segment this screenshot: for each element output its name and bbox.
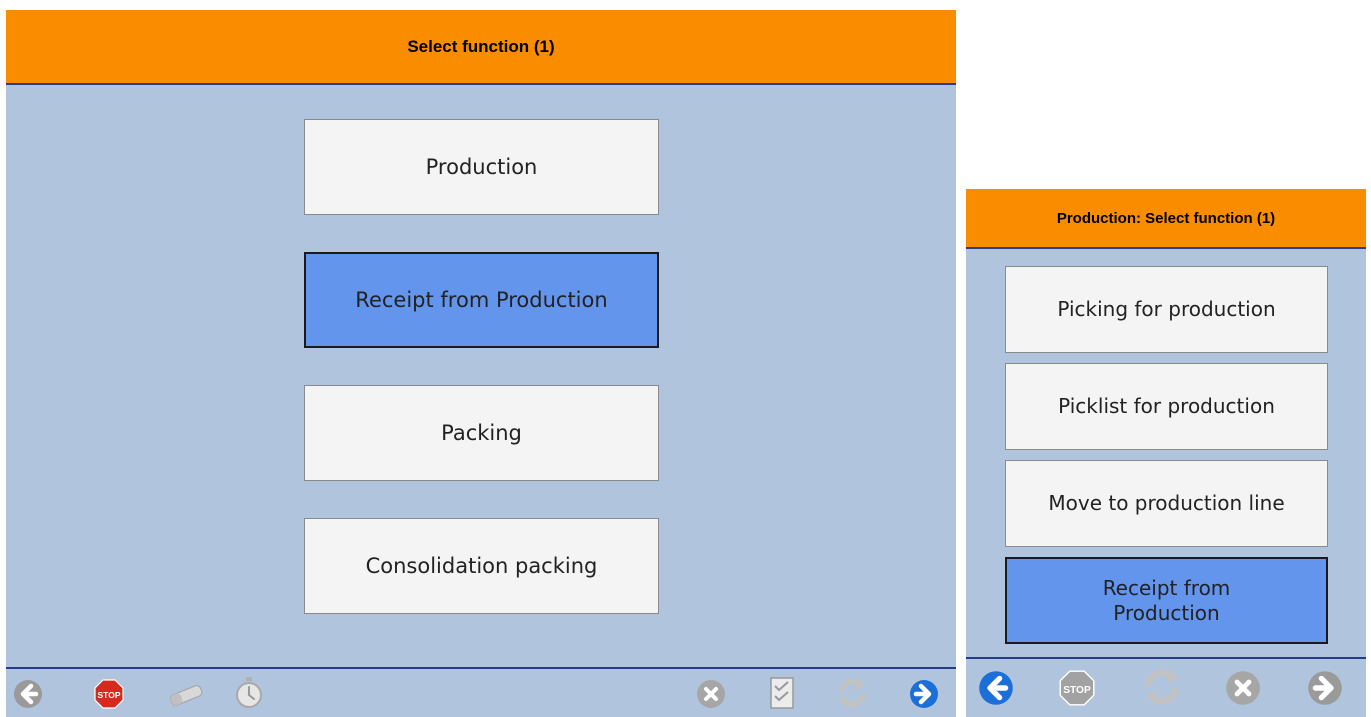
consolidation-packing-button[interactable]: Consolidation packing bbox=[304, 518, 659, 614]
stopwatch-icon[interactable] bbox=[232, 675, 266, 711]
production-button[interactable]: Production bbox=[304, 119, 659, 215]
cancel-icon[interactable] bbox=[1224, 669, 1262, 707]
page-title: Select function (1) bbox=[6, 10, 956, 85]
eraser-icon[interactable] bbox=[166, 681, 206, 709]
stop-icon[interactable]: STOP bbox=[1058, 669, 1096, 707]
move-to-production-line-button[interactable]: Move to production line bbox=[1005, 460, 1328, 547]
forward-icon[interactable] bbox=[908, 678, 940, 710]
refresh-icon[interactable] bbox=[834, 675, 870, 711]
refresh-icon[interactable] bbox=[1140, 665, 1184, 709]
packing-button[interactable]: Packing bbox=[304, 385, 659, 481]
receipt-from-production-button[interactable]: Receipt from Production bbox=[1005, 557, 1328, 644]
page-title: Production: Select function (1) bbox=[966, 189, 1366, 249]
main-function-screen: Select function (1) Production Receipt f… bbox=[6, 10, 956, 717]
back-icon[interactable] bbox=[12, 678, 44, 710]
forward-icon[interactable] bbox=[1306, 669, 1344, 707]
picking-for-production-button[interactable]: Picking for production bbox=[1005, 266, 1328, 353]
svg-text:STOP: STOP bbox=[98, 690, 121, 700]
bottom-toolbar: STOP bbox=[966, 657, 1366, 717]
back-icon[interactable] bbox=[977, 669, 1015, 707]
production-function-screen: Production: Select function (1) Picking … bbox=[966, 189, 1366, 717]
receipt-from-production-button[interactable]: Receipt from Production bbox=[304, 252, 659, 348]
svg-text:STOP: STOP bbox=[1063, 685, 1091, 696]
cancel-icon[interactable] bbox=[695, 678, 727, 710]
checklist-icon[interactable] bbox=[766, 675, 798, 711]
picklist-for-production-button[interactable]: Picklist for production bbox=[1005, 363, 1328, 450]
stop-icon[interactable]: STOP bbox=[93, 678, 125, 710]
bottom-toolbar: STOP bbox=[6, 667, 956, 717]
